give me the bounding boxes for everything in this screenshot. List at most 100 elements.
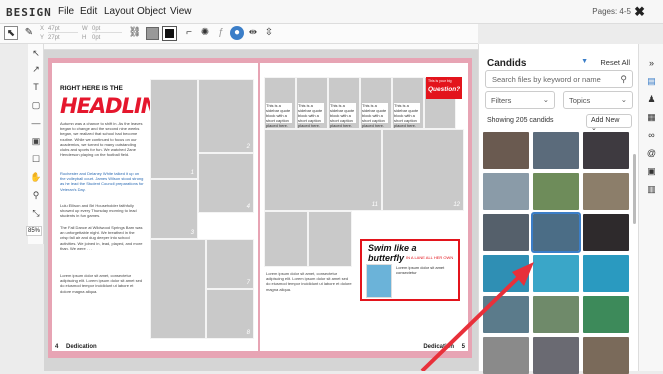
effects-icon[interactable]: ✺ [198,26,212,40]
formula-icon[interactable]: ƒ [214,26,228,40]
image-icon[interactable]: ▣ [645,166,658,179]
photo-thumbnail[interactable] [583,255,629,292]
question-box[interactable]: This is your big Question? [426,77,462,99]
photo-placeholder[interactable]: 4 [198,153,254,213]
flip-vertical-icon[interactable]: ⇳ [262,26,276,40]
link-icon[interactable]: ⛓ [128,26,142,40]
photo-thumbnail[interactable] [583,296,629,333]
person-icon[interactable]: ♟ [645,94,658,107]
quote-box[interactable]: This is a sidebar quote block with a sho… [362,103,388,128]
photo-thumbnail[interactable] [583,214,629,251]
headline-small[interactable]: RIGHT HERE IS THE [60,85,123,92]
photo-placeholder[interactable]: 8 [206,289,254,339]
pen-tool-icon[interactable]: ✎ [22,26,36,40]
select-tool-icon[interactable]: ⬉ [4,26,18,40]
search-icon[interactable]: ⚲ [620,74,627,85]
scrollbar[interactable] [633,154,636,224]
rectangle-tool-icon[interactable]: ▢ [30,100,42,112]
comment-icon[interactable]: ☐ [30,154,42,166]
grid-icon[interactable]: ▥ [645,184,658,197]
photo-placeholder[interactable] [308,211,352,267]
w-field[interactable]: 0pt [92,26,122,33]
hand-tool-icon[interactable]: ✋ [30,172,42,184]
body-text-4[interactable]: The Fall Dance at Wildwood Springs Barn … [60,225,144,251]
reset-all-link[interactable]: Reset All [600,58,630,67]
w-label: W [82,26,88,32]
filters-dropdown[interactable]: Filters ⌄ [485,91,555,109]
photo-placeholder[interactable]: 7 [206,239,254,289]
expand-icon[interactable]: » [645,58,658,71]
add-new-label: Add New [591,117,620,124]
body-text-3[interactable]: Lulu Ellison and Bri Householder faithfu… [60,203,144,219]
line-tool-icon[interactable]: — [30,118,42,130]
photo-placeholder[interactable]: 3 [150,179,198,239]
pages-indicator[interactable]: Pages: 4-5 [592,7,631,16]
zoom-tool-icon[interactable]: ⚲ [30,190,42,202]
quote-box[interactable]: This is a sidebar quote block with a sho… [298,103,324,128]
left-toolbar: ↖ ↗ T ▢ — ▣ ☐ ✋ ⚲ ⤡ [28,44,44,244]
quote-box[interactable]: This is a sidebar quote block with a sho… [266,103,292,128]
close-icon[interactable]: ✖ [634,4,645,20]
search-input[interactable]: Search files by keyword or name ⚲ [485,70,633,88]
photo-thumbnail[interactable] [483,132,529,169]
direct-select-icon[interactable]: ↗ [30,64,42,76]
menu-view[interactable]: View [170,6,192,17]
menu-layout[interactable]: Layout [104,6,134,17]
arrow-shaft [420,270,526,371]
photo-thumbnail[interactable] [583,132,629,169]
photo-placeholder[interactable]: 12 [382,129,464,211]
placeholder-number: 8 [246,330,250,336]
menu-edit[interactable]: Edit [80,6,97,17]
app-logo: BESIGN [6,6,52,19]
flip-horizontal-icon[interactable]: ⇹ [246,26,260,40]
x-field[interactable]: 47pt [48,26,78,33]
photo-placeholder[interactable]: 2 [198,79,254,153]
menu-object[interactable]: Object [137,6,166,17]
photo-icon[interactable]: ▤ [645,76,658,89]
stroke-color-swatch[interactable] [162,26,177,41]
captions-text[interactable]: Lorem ipsum dolor sit amet, consectetur … [60,273,144,294]
placeholder-number: 7 [246,280,250,286]
add-new-button[interactable]: Add New ⌄ [586,114,632,132]
y-field[interactable]: 27pt [48,35,78,41]
color-picker-icon[interactable]: ● [230,26,244,40]
candids-count: Showing 205 candids [487,117,554,124]
photo-placeholder[interactable]: 11 [264,129,382,211]
fit-icon[interactable]: ⤡ [30,208,42,220]
search-placeholder: Search files by keyword or name [492,75,601,84]
photo-thumbnail[interactable] [533,132,579,169]
left-page[interactable]: RIGHT HERE IS THE HEADLINE Autumn was a … [52,63,258,351]
placeholder-number: 2 [246,144,250,150]
dedication-left[interactable]: Dedication [66,344,97,350]
h-field[interactable]: 0pt [92,35,122,41]
photo-thumbnail[interactable] [533,173,579,210]
quote-box[interactable]: This is a sidebar quote block with a sho… [394,103,420,128]
quote-text: This is a sidebar quote block with a sho… [330,103,355,128]
placeholder-number: 12 [453,202,460,208]
at-icon[interactable]: @ [645,148,658,161]
annotation-arrow [420,262,534,371]
body-text-2[interactable]: Rochester and Delaney White talked it up… [60,171,144,192]
quote-box[interactable]: This is a sidebar quote block with a sho… [330,103,356,128]
captions-text[interactable]: Lorem ipsum dolor sit amet, consectetur … [266,271,352,292]
topics-dropdown[interactable]: Topics ⌄ [563,91,633,109]
image-frame-icon[interactable]: ▣ [30,136,42,148]
photo-thumbnail[interactable] [483,173,529,210]
corner-icon[interactable]: ⌐ [182,26,196,40]
text-tool-icon[interactable]: T [30,82,42,94]
feature-title-2: butterfly [368,253,404,263]
menu-file[interactable]: File [58,6,74,17]
fill-color-swatch[interactable] [146,27,159,40]
photo-placeholder[interactable]: 1 [150,79,198,179]
photo-placeholder[interactable] [150,239,206,339]
photo-thumbnail[interactable] [583,173,629,210]
layout-icon[interactable]: ▦ [645,112,658,125]
body-text-1[interactable]: Autumn was a chance to shift in. As the … [60,121,144,157]
photo-placeholder[interactable] [264,211,308,267]
photo-thumbnail[interactable] [583,337,629,374]
pointer-icon[interactable]: ↖ [30,48,42,60]
zoom-level[interactable]: 85% [26,226,43,236]
feature-photo[interactable] [366,264,392,298]
link-icon[interactable]: ∞ [645,130,658,143]
h-label: H [82,35,87,41]
